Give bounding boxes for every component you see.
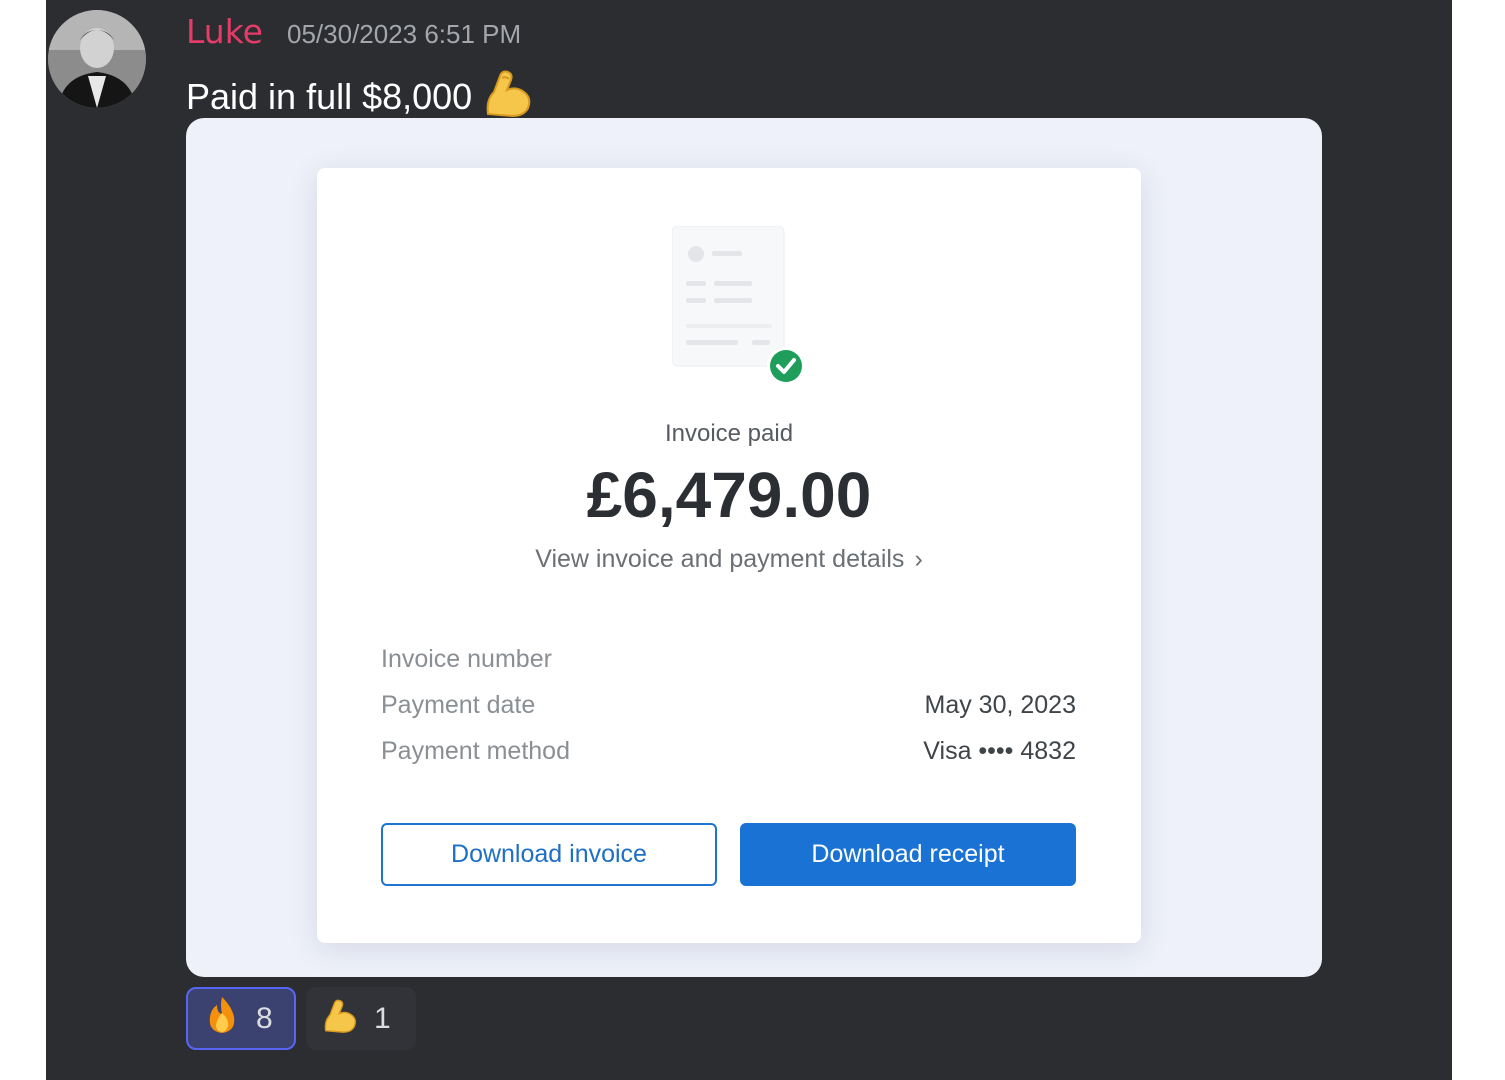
payment-date-label: Payment date xyxy=(381,691,536,719)
reaction-flexed-biceps[interactable]: 1 xyxy=(306,987,416,1050)
payment-method-row: Payment method Visa •••• 4832 xyxy=(381,737,1076,771)
username[interactable]: Luke xyxy=(186,12,263,51)
payment-date-row: Payment date May 30, 2023 xyxy=(381,691,1076,725)
chevron-right-icon: › xyxy=(914,545,923,573)
view-details-link[interactable]: View invoice and payment details › xyxy=(317,545,1141,574)
flexed-biceps-icon xyxy=(320,995,360,1043)
avatar[interactable] xyxy=(48,10,146,108)
invoice-number-row: Invoice number xyxy=(381,645,1076,679)
invoice-status: Invoice paid xyxy=(664,420,794,447)
payment-method-label: Payment method xyxy=(381,737,570,765)
invoice-document-icon xyxy=(671,225,812,400)
fire-icon xyxy=(202,995,242,1043)
image-embed[interactable]: Invoice paid £6,479.00 View invoice and … xyxy=(186,118,1322,977)
payment-date-value: May 30, 2023 xyxy=(924,691,1077,719)
reaction-count: 1 xyxy=(374,1001,391,1035)
download-receipt-button[interactable]: Download receipt xyxy=(740,823,1076,886)
payment-method-value: Visa •••• 4832 xyxy=(923,737,1076,765)
message-body: Paid in full $8,000 xyxy=(186,75,473,117)
reaction-count: 8 xyxy=(256,1001,273,1035)
reaction-fire[interactable]: 8 xyxy=(186,987,296,1050)
message-timestamp: 05/30/2023 6:51 PM xyxy=(287,19,522,49)
invoice-card: Invoice paid £6,479.00 View invoice and … xyxy=(317,168,1141,943)
view-details-label: View invoice and payment details xyxy=(535,545,905,573)
invoice-amount: £6,479.00 xyxy=(586,459,872,531)
download-invoice-button[interactable]: Download invoice xyxy=(381,823,717,886)
invoice-number-label: Invoice number xyxy=(381,645,552,673)
